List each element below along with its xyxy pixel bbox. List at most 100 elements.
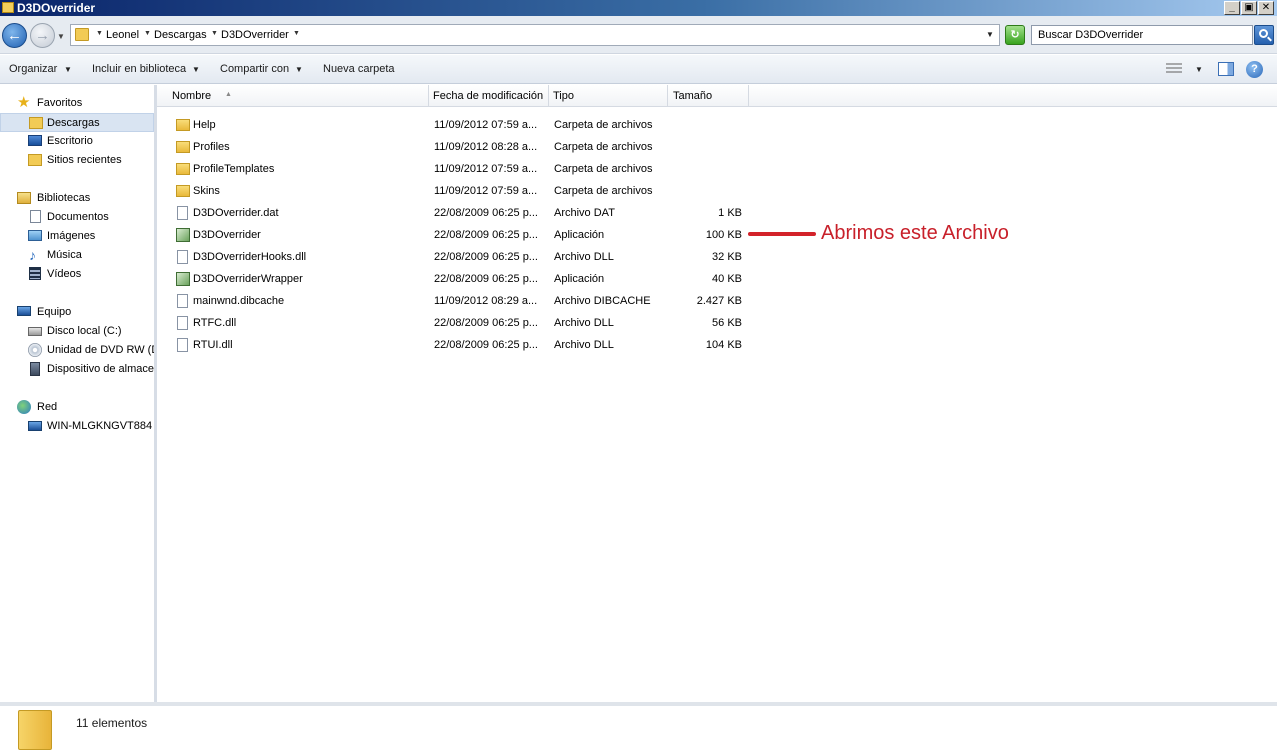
help-icon[interactable]: ?	[1246, 61, 1263, 78]
column-header-size[interactable]: Tamaño	[668, 85, 749, 107]
usb-drive-icon	[30, 362, 40, 376]
new-folder-button[interactable]: Nueva carpeta	[323, 63, 395, 75]
file-row[interactable]: Help 11/09/2012 07:59 a... Carpeta de arch…	[170, 114, 750, 136]
nav-musica[interactable]: ♪ Música	[0, 246, 154, 265]
file-name: Help	[193, 119, 216, 131]
nav-sitios-recientes[interactable]: Sitios recientes	[0, 151, 154, 170]
file-type: Carpeta de archivos	[554, 163, 653, 175]
folder-icon	[18, 710, 52, 750]
file-type: Carpeta de archivos	[554, 119, 653, 131]
file-size: 56 KB	[712, 317, 742, 329]
address-bar-region: ← → ▼ ▼ Leonel ▼ Descargas ▼ D3DOverride…	[0, 16, 1277, 54]
column-header-date[interactable]: Fecha de modificación	[428, 85, 549, 107]
documents-icon	[30, 210, 41, 223]
file-row[interactable]: mainwnd.dibcache 11/09/2012 08:29 a... Arc…	[170, 290, 750, 312]
file-type: Aplicación	[554, 229, 605, 241]
minimize-button[interactable]: _	[1224, 1, 1240, 15]
music-icon: ♪	[29, 247, 36, 263]
folder-icon	[176, 119, 190, 131]
file-type: Carpeta de archivos	[554, 185, 653, 197]
network-computer-icon	[28, 421, 42, 431]
view-options-icon[interactable]	[1166, 63, 1182, 75]
file-name: D3DOverriderWrapper	[193, 273, 303, 285]
file-name: ProfileTemplates	[193, 163, 275, 175]
file-row[interactable]: D3DOverriderHooks.dll 22/08/2009 06:25 p.…	[170, 246, 750, 268]
organize-menu[interactable]: Organizar	[9, 63, 57, 75]
file-row[interactable]: RTFC.dll 22/08/2009 06:25 p... Archivo DLL…	[170, 312, 750, 334]
nav-dvd-drive[interactable]: Unidad de DVD RW (D	[0, 341, 154, 360]
search-input[interactable]: Buscar D3DOverrider	[1031, 25, 1253, 45]
chevron-icon[interactable]: ▼	[144, 30, 151, 37]
nav-imagenes[interactable]: Imágenes	[0, 227, 154, 246]
file-name: D3DOverriderHooks.dll	[193, 251, 307, 263]
share-with-menu[interactable]: Compartir con	[220, 63, 289, 75]
preview-pane-icon[interactable]	[1218, 62, 1234, 76]
downloads-folder-icon	[29, 117, 43, 129]
chevron-down-icon[interactable]: ▼	[1195, 65, 1203, 74]
title-bar: D3DOverrider _ ▣ ✕	[0, 0, 1277, 16]
nav-equipo[interactable]: Equipo	[0, 303, 154, 322]
sort-ascending-icon: ▲	[225, 91, 232, 98]
file-row[interactable]: D3DOverriderWrapper 22/08/2009 06:25 p...…	[170, 268, 750, 290]
pictures-icon	[28, 230, 42, 241]
file-date: 22/08/2009 06:25 p...	[434, 229, 538, 241]
file-date: 11/09/2012 07:59 a...	[434, 119, 538, 131]
breadcrumb[interactable]: ▼ Leonel ▼ Descargas ▼ D3DOverrider ▼	[70, 24, 1000, 46]
nav-videos[interactable]: Vídeos	[0, 265, 154, 284]
search-button[interactable]	[1254, 25, 1274, 45]
file-row[interactable]: Profiles 11/09/2012 08:28 a... Carpeta de …	[170, 136, 750, 158]
nav-bibliotecas[interactable]: Bibliotecas	[0, 189, 154, 208]
recent-places-icon	[28, 154, 42, 166]
file-date: 11/09/2012 08:29 a...	[434, 295, 538, 307]
recent-pages-dropdown-icon[interactable]: ▼	[57, 32, 65, 41]
close-button[interactable]: ✕	[1258, 1, 1274, 15]
file-row[interactable]: RTUI.dll 22/08/2009 06:25 p... Archivo DLL…	[170, 334, 750, 356]
file-size: 40 KB	[712, 273, 742, 285]
command-bar: Organizar ▼ Incluir en biblioteca ▼ Comp…	[0, 55, 1277, 84]
item-count: 11 elementos	[76, 716, 148, 730]
nav-favorites[interactable]: ★ Favoritos	[0, 94, 154, 113]
chevron-down-icon[interactable]: ▼	[295, 65, 303, 74]
file-row[interactable]: D3DOverrider 22/08/2009 06:25 p... Aplicac…	[170, 224, 750, 246]
nav-storage-device[interactable]: Dispositivo de almacen	[0, 360, 154, 379]
file-date: 22/08/2009 06:25 p...	[434, 317, 538, 329]
file-row[interactable]: ProfileTemplates 11/09/2012 07:59 a... Car…	[170, 158, 750, 180]
file-date: 11/09/2012 08:28 a...	[434, 141, 538, 153]
file-type: Archivo DLL	[554, 251, 614, 263]
nav-descargas[interactable]: Descargas	[0, 113, 154, 132]
include-library-menu[interactable]: Incluir en biblioteca	[92, 63, 186, 75]
nav-red[interactable]: Red	[0, 398, 154, 417]
chevron-icon[interactable]: ▼	[96, 30, 103, 37]
details-pane: 11 elementos	[0, 702, 1277, 755]
breadcrumb-d3doverrider[interactable]: D3DOverrider	[221, 29, 289, 41]
chevron-down-icon[interactable]: ▼	[192, 65, 200, 74]
forward-button[interactable]: →	[30, 23, 55, 48]
file-name: mainwnd.dibcache	[193, 295, 285, 307]
column-headers: Nombre ▲ Fecha de modificación Tipo Tama…	[157, 85, 1277, 107]
nav-disco-local[interactable]: Disco local (C:)	[0, 322, 154, 341]
videos-icon	[29, 267, 41, 280]
chevron-down-icon[interactable]: ▼	[64, 65, 72, 74]
file-name: Skins	[193, 185, 220, 197]
breadcrumb-descargas[interactable]: Descargas	[154, 29, 207, 41]
address-dropdown-icon[interactable]: ▼	[986, 30, 994, 39]
column-header-type[interactable]: Tipo	[548, 85, 668, 107]
file-icon	[177, 338, 188, 352]
chevron-icon[interactable]: ▼	[293, 30, 300, 37]
file-size: 32 KB	[712, 251, 742, 263]
chevron-icon[interactable]: ▼	[211, 30, 218, 37]
file-size: 2.427 KB	[696, 295, 742, 307]
file-list: Nombre ▲ Fecha de modificación Tipo Tama…	[157, 85, 1277, 702]
nav-escritorio[interactable]: Escritorio	[0, 132, 154, 151]
file-row[interactable]: D3DOverrider.dat 22/08/2009 06:25 p... Arc…	[170, 202, 750, 224]
back-button[interactable]: ←	[2, 23, 27, 48]
file-row[interactable]: Skins 11/09/2012 07:59 a... Carpeta de arc…	[170, 180, 750, 202]
nav-host[interactable]: WIN-MLGKNGVT884	[0, 417, 154, 436]
nav-documentos[interactable]: Documentos	[0, 208, 154, 227]
column-header-name[interactable]: Nombre ▲	[167, 85, 429, 107]
breadcrumb-leonel[interactable]: Leonel	[106, 29, 139, 41]
file-name: Profiles	[193, 141, 230, 153]
refresh-button[interactable]: ↻	[1005, 25, 1025, 45]
maximize-button[interactable]: ▣	[1241, 1, 1257, 15]
file-date: 11/09/2012 07:59 a...	[434, 163, 538, 175]
